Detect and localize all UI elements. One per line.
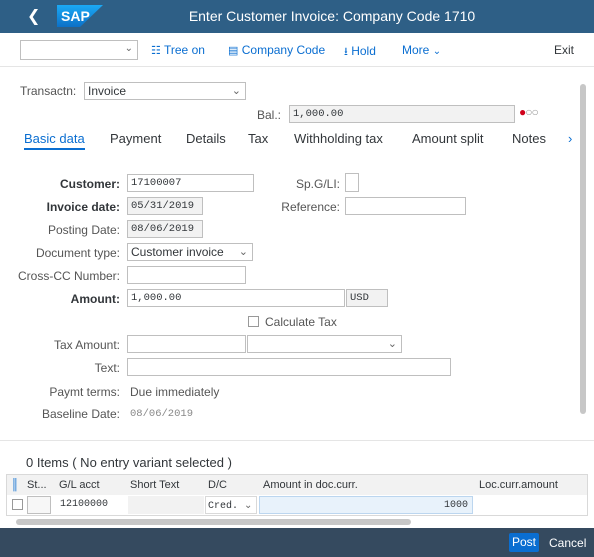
tab-amount-split[interactable]: Amount split — [412, 131, 484, 146]
spgl-label: Sp.G/LI: — [295, 177, 340, 191]
reference-label: Reference: — [281, 200, 340, 214]
page-title: Enter Customer Invoice: Company Code 171… — [188, 8, 476, 24]
hold-label: Hold — [351, 44, 376, 58]
company-code-icon: ▤ — [228, 45, 239, 57]
customer-label: Customer: — [59, 177, 120, 191]
tab-payment[interactable]: Payment — [110, 131, 161, 146]
row-select-checkbox[interactable] — [12, 499, 23, 510]
calculate-tax-label: Calculate Tax — [265, 315, 337, 329]
chevron-down-icon: ⌄ — [244, 500, 253, 511]
items-grid-header: ║ St... G/L acct Short Text D/C Amount i… — [6, 474, 588, 496]
column-header-loc-amount[interactable]: Loc.curr.amount — [479, 479, 558, 491]
transaction-select[interactable]: Invoice ⌄ — [84, 82, 246, 100]
table-row: 12100000 Cred. ⌄ 1000 — [6, 495, 588, 516]
row-loc-amount-field — [477, 496, 587, 514]
vertical-scrollbar[interactable] — [578, 70, 588, 414]
amount-field[interactable]: 1,000.00 — [127, 289, 345, 307]
column-header-dc[interactable]: D/C — [208, 479, 227, 491]
baseline-date-value: 08/06/2019 — [130, 408, 194, 420]
row-amount-field[interactable]: 1000 — [259, 496, 473, 514]
text-field[interactable] — [127, 358, 451, 376]
column-settings-icon[interactable]: ║ — [11, 479, 19, 491]
payment-terms-value: Due immediately — [130, 385, 220, 399]
hold-icon: ⭳ — [344, 46, 348, 58]
tab-basic-data[interactable]: Basic data — [24, 131, 85, 150]
tax-amount-label: Tax Amount: — [53, 338, 120, 352]
document-type-label: Document type: — [35, 246, 120, 260]
tax-code-select[interactable]: ⌄ — [247, 335, 402, 353]
post-button[interactable]: Post — [509, 533, 539, 552]
invoice-date-field[interactable]: 05/31/2019 — [127, 197, 203, 215]
scrollbar-thumb[interactable] — [16, 519, 411, 525]
company-code-label: Company Code — [241, 43, 326, 57]
more-menu[interactable]: More ⌄ — [402, 43, 441, 57]
row-status-field[interactable] — [27, 496, 51, 514]
column-header-amount[interactable]: Amount in doc.curr. — [263, 479, 358, 491]
cross-cc-label: Cross-CC Number: — [17, 269, 120, 283]
document-type-select[interactable]: Customer invoice ⌄ — [127, 243, 253, 261]
column-header-status[interactable]: St... — [27, 479, 47, 491]
reference-field[interactable] — [345, 197, 466, 215]
column-header-gl-acct[interactable]: G/L acct — [59, 479, 100, 491]
chevron-down-icon: ⌄ — [432, 46, 442, 57]
row-dc-value: Cred. — [208, 501, 239, 512]
balance-field: 1,000.00 — [289, 105, 515, 123]
posting-date-label: Posting Date: — [47, 223, 120, 237]
row-dc-select[interactable]: Cred. ⌄ — [205, 496, 257, 514]
column-header-short-text[interactable]: Short Text — [130, 479, 179, 491]
calculate-tax-checkbox[interactable] — [248, 316, 259, 327]
title-bar: ❮ SAP Enter Customer Invoice: Company Co… — [0, 0, 594, 33]
chevron-down-icon: ⌄ — [387, 338, 397, 350]
toolbar: ⌄ ☷ Tree on ▤ Company Code ⭳ Hold More ⌄… — [0, 33, 594, 67]
red-light-icon: ●○○ — [519, 105, 539, 119]
amount-label: Amount: — [70, 292, 120, 306]
items-title: 0 Items ( No entry variant selected ) — [26, 455, 232, 470]
row-gl-acct-field[interactable]: 12100000 — [57, 496, 127, 514]
customer-field[interactable]: 17100007 — [127, 174, 254, 192]
tab-details[interactable]: Details — [186, 131, 226, 146]
currency-field[interactable]: USD — [346, 289, 388, 307]
row-short-text-field — [128, 496, 204, 514]
variant-select[interactable]: ⌄ — [20, 40, 138, 60]
invoice-date-label: Invoice date: — [46, 200, 120, 214]
chevron-down-icon: ⌄ — [124, 43, 133, 54]
balance-label: Bal.: — [256, 108, 281, 122]
text-label: Text: — [94, 361, 120, 375]
chevron-down-icon: ⌄ — [231, 85, 241, 97]
tab-notes[interactable]: Notes — [512, 131, 546, 146]
tree-icon: ☷ — [151, 45, 161, 57]
payment-terms-label: Paymt terms: — [49, 385, 120, 399]
tab-tax[interactable]: Tax — [248, 131, 268, 146]
footer-bar: Post Cancel — [0, 528, 594, 557]
baseline-date-label: Baseline Date: — [41, 407, 120, 421]
transaction-value: Invoice — [88, 84, 127, 98]
posting-date-field[interactable]: 08/06/2019 — [127, 220, 203, 238]
tab-withholding-tax[interactable]: Withholding tax — [294, 131, 383, 146]
document-type-value: Customer invoice — [131, 245, 224, 259]
spgl-field[interactable] — [345, 173, 359, 192]
chevron-down-icon: ⌄ — [238, 246, 248, 258]
company-code-button[interactable]: ▤ Company Code — [228, 43, 325, 57]
form-area: Transactn: Invoice ⌄ Bal.: 1,000.00 ●○○ … — [0, 68, 594, 440]
transaction-label: Transactn: — [20, 84, 77, 98]
horizontal-scrollbar[interactable] — [6, 517, 588, 527]
tree-on-button[interactable]: ☷ Tree on — [151, 43, 205, 57]
exit-button[interactable]: Exit — [554, 43, 574, 57]
cancel-button[interactable]: Cancel — [549, 536, 586, 550]
cross-cc-field[interactable] — [127, 266, 246, 284]
tree-on-label: Tree on — [164, 43, 205, 57]
tabs-next-icon[interactable]: › — [568, 131, 572, 146]
hold-button[interactable]: ⭳ Hold — [344, 43, 376, 62]
scrollbar-thumb[interactable] — [580, 84, 586, 414]
more-label: More — [402, 43, 430, 57]
tax-amount-field[interactable] — [127, 335, 246, 353]
